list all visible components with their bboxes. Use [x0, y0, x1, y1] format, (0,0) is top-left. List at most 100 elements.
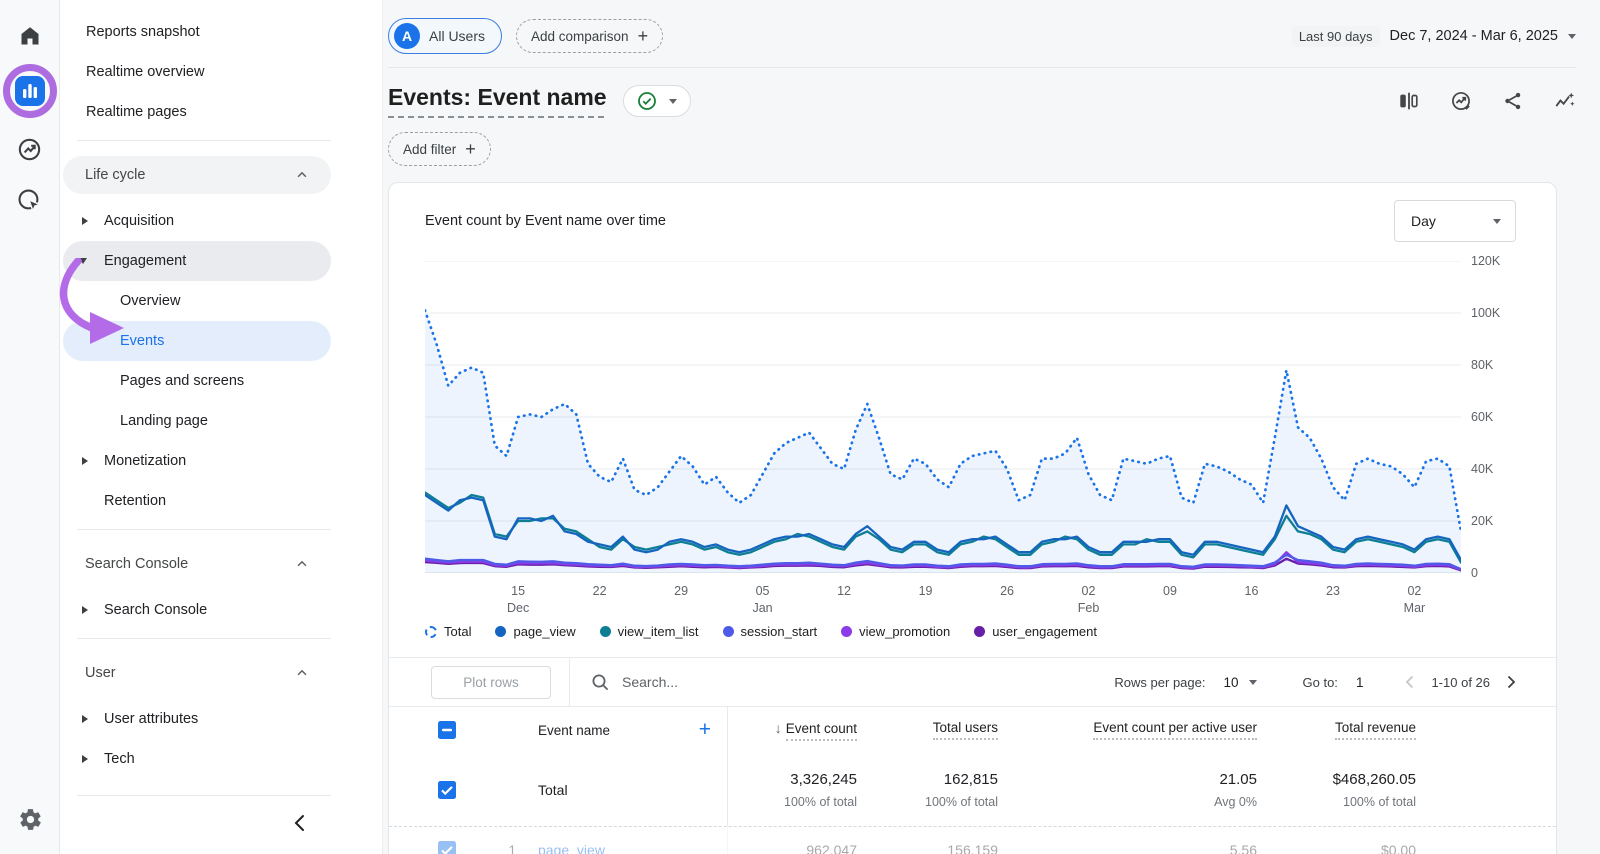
y-tick-label: 0	[1471, 566, 1478, 580]
sidebar-item-acquisition[interactable]: Acquisition	[63, 201, 331, 241]
table-total-row: Total 3,326,245100% of total 162,815100%…	[389, 753, 1556, 827]
row-total-revenue: $0.00	[1257, 842, 1416, 854]
plot-rows-button[interactable]: Plot rows	[431, 666, 551, 699]
sidebar-item-overview[interactable]: Overview	[63, 281, 331, 321]
legend-item-user_engagement[interactable]: user_engagement	[974, 624, 1097, 639]
column-header-total-users[interactable]: Total users	[933, 720, 998, 740]
chevron-down-icon	[1249, 680, 1257, 685]
chevron-down-icon	[1493, 219, 1501, 224]
legend-item-view_item_list[interactable]: view_item_list	[600, 624, 699, 639]
x-tick-label: 15Dec	[507, 583, 529, 617]
date-range-picker[interactable]: Last 90 days Dec 7, 2024 - Mar 6, 2025	[1292, 26, 1576, 47]
expand-arrow-icon[interactable]	[82, 715, 88, 723]
legend-item-total[interactable]: Total	[425, 624, 471, 639]
sidebar-item-engagement[interactable]: Engagement	[63, 241, 331, 281]
section-header-life-cycle[interactable]: Life cycle	[63, 156, 331, 194]
y-tick-label: 40K	[1471, 462, 1493, 476]
previous-page-icon[interactable]	[1401, 673, 1419, 691]
main-content: A All Users Add comparison + Last 90 day…	[383, 0, 1600, 854]
add-filter-button[interactable]: Add filter +	[388, 132, 491, 166]
select-all-checkbox-indeterminate[interactable]	[438, 721, 456, 739]
sidebar-item-reports-snapshot[interactable]: Reports snapshot	[63, 12, 331, 52]
rows-per-page-select[interactable]: 10	[1223, 675, 1256, 690]
add-dimension-icon[interactable]: +	[699, 718, 711, 742]
report-actions	[1398, 90, 1576, 112]
total-users: 162,815	[944, 771, 998, 788]
search-input[interactable]	[622, 674, 842, 690]
column-header-per-active-user[interactable]: Event count per active user	[1093, 720, 1257, 740]
chevron-up-icon	[295, 168, 309, 182]
divider	[569, 658, 570, 707]
legend-item-view_promotion[interactable]: view_promotion	[841, 624, 950, 639]
sidebar-item-label: Reports snapshot	[86, 24, 200, 40]
explore-icon[interactable]	[16, 136, 43, 163]
settings-gear-icon[interactable]	[0, 807, 60, 832]
sidebar-item-label: Realtime overview	[86, 64, 204, 80]
expand-arrow-icon[interactable]	[82, 606, 88, 614]
sort-descending-icon[interactable]: ↓	[775, 720, 782, 736]
sidebar-item-search-console[interactable]: Search Console	[63, 590, 331, 630]
y-tick-label: 20K	[1471, 514, 1493, 528]
sidebar-item-pages-and-screens[interactable]: Pages and screens	[63, 361, 331, 401]
legend-label: session_start	[741, 624, 818, 639]
row-checkbox-checked[interactable]	[438, 781, 456, 799]
add-comparison-button[interactable]: Add comparison +	[516, 19, 663, 53]
legend-item-page_view[interactable]: page_view	[495, 624, 575, 639]
legend-label: view_promotion	[859, 624, 950, 639]
sidebar-item-realtime-pages[interactable]: Realtime pages	[63, 92, 331, 132]
column-header-event-count[interactable]: Event count	[786, 721, 857, 741]
sparkline-insights-icon[interactable]	[1554, 90, 1576, 112]
collapse-arrow-icon[interactable]	[79, 258, 87, 264]
row-event-count: 962,047	[727, 842, 857, 854]
collapse-nav-icon[interactable]	[60, 812, 310, 834]
sidebar-item-landing-page[interactable]: Landing page	[63, 401, 331, 441]
advertising-icon[interactable]	[16, 187, 43, 214]
sidebar-item-monetization[interactable]: Monetization	[63, 441, 331, 481]
column-header-total-revenue[interactable]: Total revenue	[1335, 720, 1416, 740]
reports-icon[interactable]	[15, 76, 45, 106]
chevron-up-icon	[295, 666, 309, 680]
legend-swatch-icon	[495, 626, 506, 637]
page-title[interactable]: Events: Event name	[388, 84, 607, 118]
legend-label: page_view	[513, 624, 575, 639]
expand-arrow-icon[interactable]	[82, 755, 88, 763]
pagination-controls: Rows per page: 10 Go to: 1 1-10 of 26	[1114, 673, 1556, 691]
legend-swatch-icon	[723, 626, 734, 637]
sidebar-item-tech[interactable]: Tech	[63, 739, 331, 779]
sidebar-item-label: Search Console	[104, 602, 207, 618]
goto-page-input[interactable]: 1	[1356, 675, 1364, 690]
total-revenue-sub: 100% of total	[1343, 795, 1416, 809]
section-header-search-console[interactable]: Search Console	[63, 545, 331, 583]
section-header-user[interactable]: User	[63, 654, 331, 692]
report-nav: Reports snapshot Realtime overview Realt…	[60, 0, 383, 854]
section-label: User	[85, 665, 116, 681]
home-icon[interactable]	[18, 24, 42, 48]
expand-arrow-icon[interactable]	[82, 457, 88, 465]
share-icon[interactable]	[1502, 90, 1524, 112]
column-header-event-name[interactable]: Event name	[538, 723, 610, 738]
chart-title: Event count by Event name over time	[425, 213, 666, 229]
granularity-select[interactable]: Day	[1394, 200, 1516, 242]
audience-avatar: A	[394, 23, 420, 49]
total-per-active-user-sub: Avg 0%	[1214, 795, 1257, 809]
insights-icon[interactable]	[1450, 90, 1472, 112]
row-index: 1	[456, 843, 516, 854]
expand-arrow-icon[interactable]	[82, 217, 88, 225]
next-page-icon[interactable]	[1502, 673, 1520, 691]
event-name-link[interactable]: page_view	[538, 842, 605, 854]
y-tick-label: 120K	[1471, 254, 1500, 268]
x-tick-label: 16	[1245, 583, 1259, 600]
sidebar-item-events[interactable]: Events	[63, 321, 331, 361]
sidebar-item-user-attributes[interactable]: User attributes	[63, 699, 331, 739]
sidebar-item-retention[interactable]: Retention	[63, 481, 331, 521]
legend-item-session_start[interactable]: session_start	[723, 624, 818, 639]
sidebar-item-label: Monetization	[104, 453, 186, 469]
all-users-chip[interactable]: A All Users	[388, 18, 502, 54]
comparison-builder-icon[interactable]	[1398, 90, 1420, 112]
report-status-dropdown[interactable]	[623, 85, 691, 117]
row-checkbox-checked[interactable]	[438, 841, 456, 854]
sidebar-item-realtime-overview[interactable]: Realtime overview	[63, 52, 331, 92]
x-tick-label: 19	[919, 583, 933, 600]
table-row[interactable]: 1 page_view 962,047 156,159 5.56 $0.00	[389, 827, 1556, 854]
x-tick-label: 09	[1163, 583, 1177, 600]
